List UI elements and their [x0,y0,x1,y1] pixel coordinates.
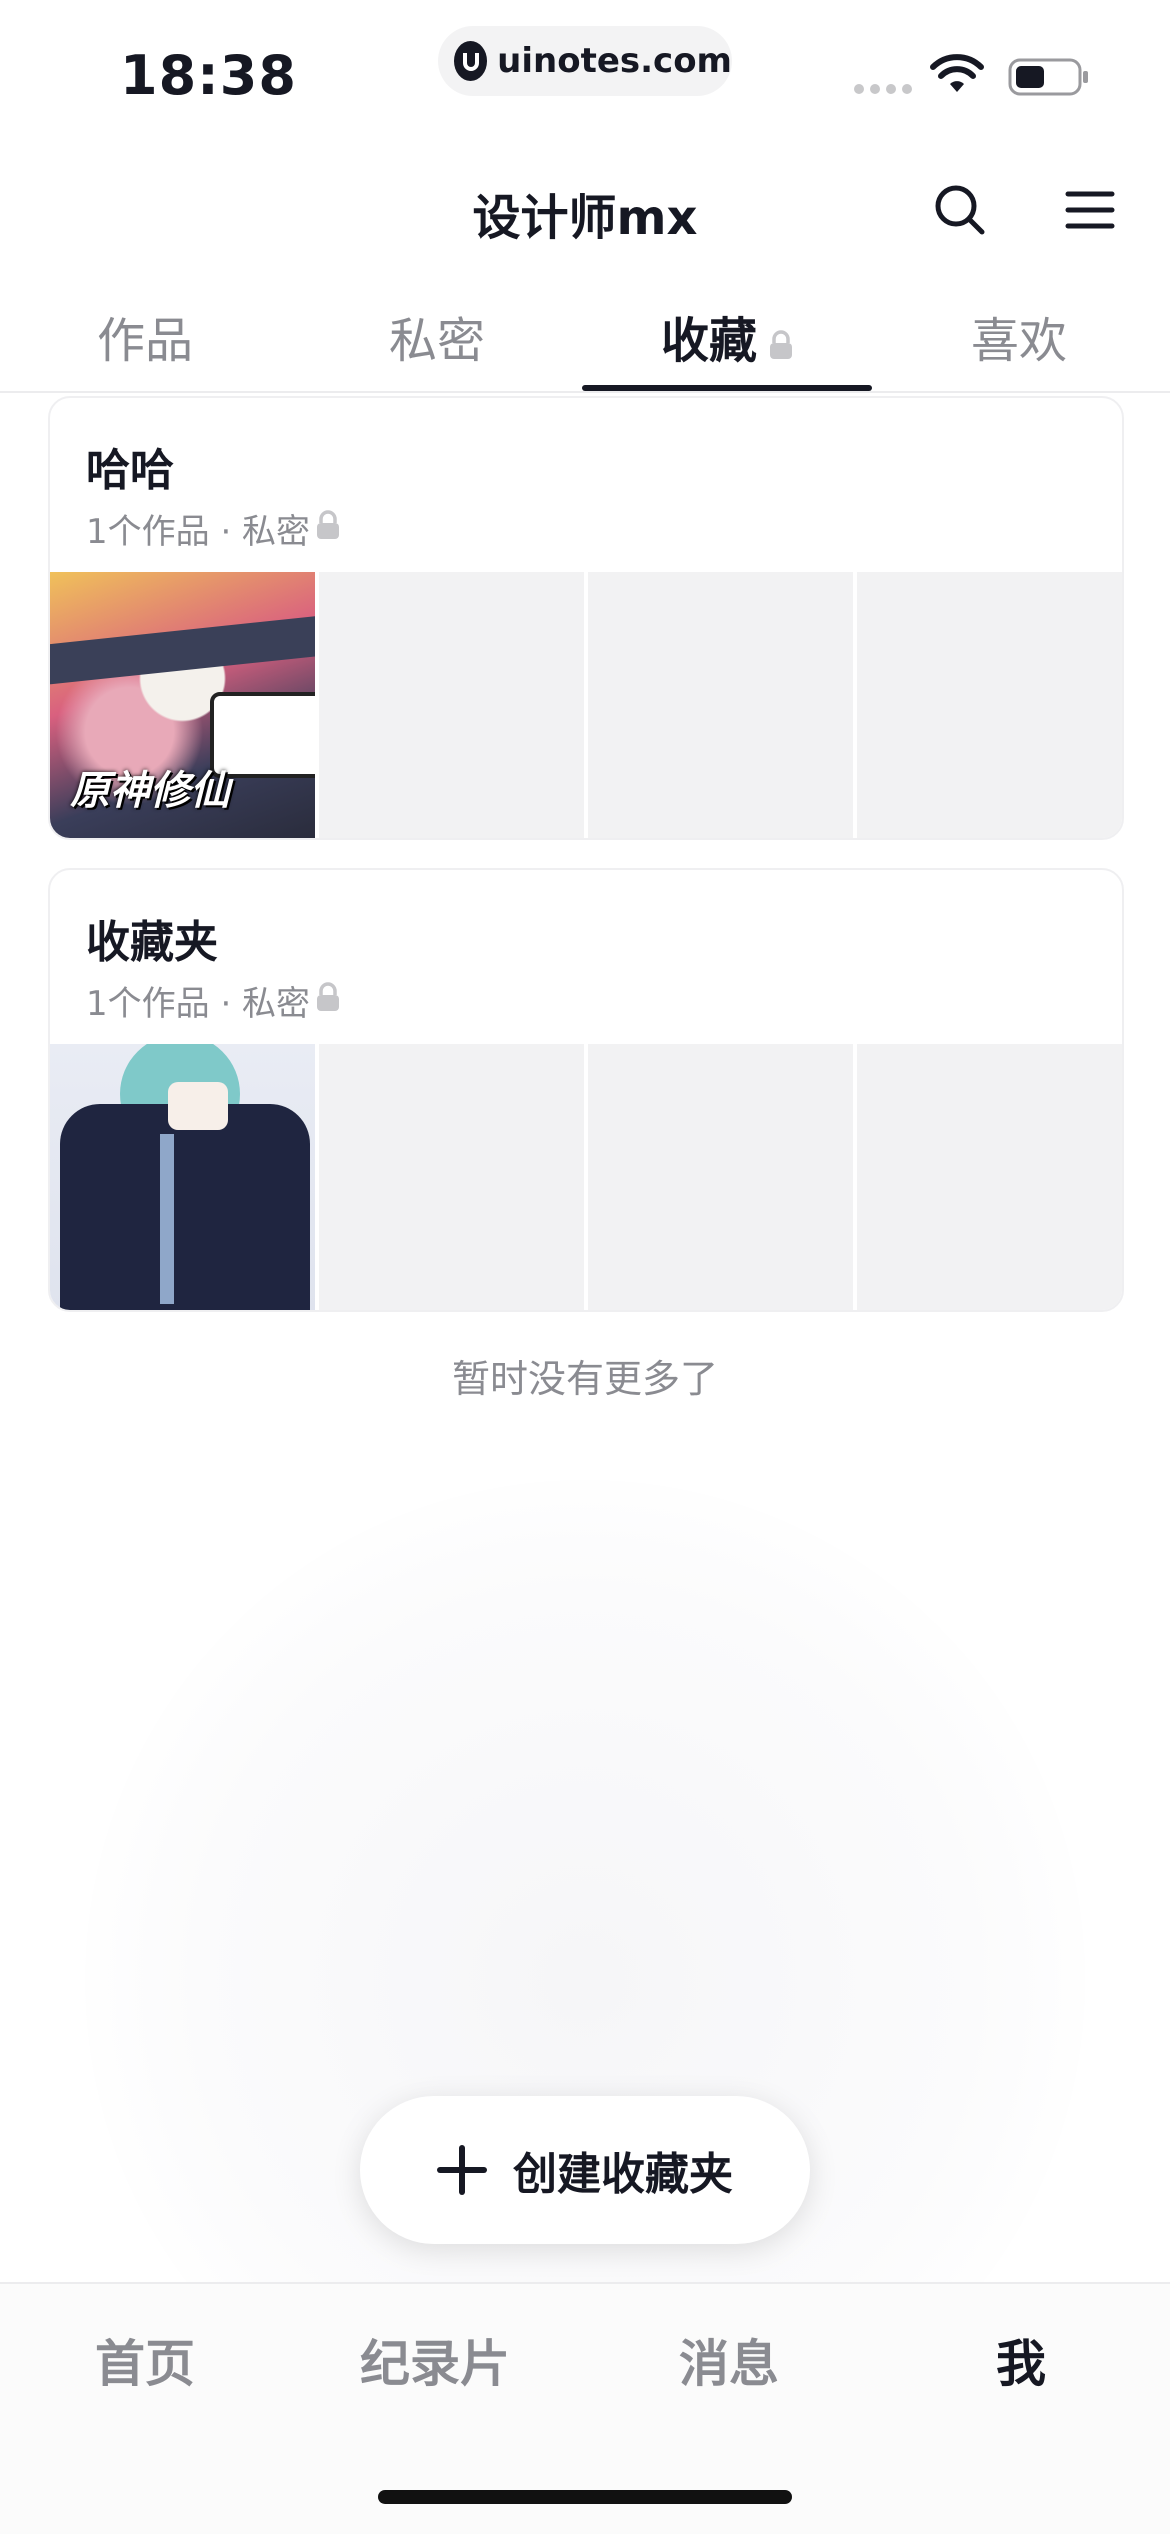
folder-meta: 1个作品 · 私密 [86,976,340,1025]
empty-thumbnail [588,572,853,838]
lock-icon [316,509,340,549]
tab-private[interactable]: 私密 [292,301,582,371]
folder-meta: 1个作品 · 私密 [86,504,340,553]
favorite-folder-card[interactable]: 收藏夹 1个作品 · 私密 [48,868,1124,1312]
nav-documentary[interactable]: 纪录片 [290,2324,580,2396]
folder-thumbnails [50,1044,1122,1310]
status-bar: 18:38 uinotes.com [0,0,1170,140]
folder-name: 收藏夹 [86,917,218,968]
plus-icon [437,2145,487,2195]
nav-me[interactable]: 我 [876,2324,1166,2396]
wifi-icon [930,54,984,98]
video-thumbnail[interactable] [50,1044,315,1310]
thumbnail-caption: 原神修仙 [70,768,230,814]
status-time: 18:38 [120,44,297,107]
lock-icon [769,316,793,372]
no-more-text: 暂时没有更多了 [451,1357,718,1401]
favorite-folder-card[interactable]: 哈哈 1个作品 · 私密 原神修仙 [48,396,1124,840]
thumbnail-image: 原神修仙 [50,572,315,838]
lock-icon [316,981,340,1021]
folder-thumbnails: 原神修仙 [50,572,1122,838]
home-indicator [378,2490,792,2504]
empty-thumbnail [857,1044,1122,1310]
create-folder-label: 创建收藏夹 [513,2149,733,2200]
url-text: uinotes.com [497,41,732,81]
empty-thumbnail [319,572,584,838]
nav-home[interactable]: 首页 [0,2324,290,2396]
tab-works[interactable]: 作品 [0,301,290,371]
tab-likes[interactable]: 喜欢 [874,301,1164,371]
site-logo-icon [454,41,488,81]
create-folder-button[interactable]: 创建收藏夹 [360,2096,810,2244]
folder-name: 哈哈 [86,445,174,496]
thumbnail-image [50,1044,315,1310]
cellular-icon [854,84,912,94]
tab-favorites[interactable]: 收藏 [582,301,872,372]
page-title: 设计师mx [472,190,698,246]
profile-tabs: 作品 私密 收藏 喜欢 [0,285,1170,393]
empty-thumbnail [319,1044,584,1310]
url-pill[interactable]: uinotes.com [438,26,732,96]
video-thumbnail[interactable]: 原神修仙 [50,572,315,838]
menu-icon[interactable] [1062,182,1122,242]
profile-header: 设计师mx [0,160,1170,260]
nav-messages[interactable]: 消息 [584,2324,874,2396]
battery-icon [1008,58,1090,100]
active-tab-indicator [582,385,872,391]
search-icon[interactable] [930,180,990,240]
empty-thumbnail [857,572,1122,838]
empty-thumbnail [588,1044,853,1310]
